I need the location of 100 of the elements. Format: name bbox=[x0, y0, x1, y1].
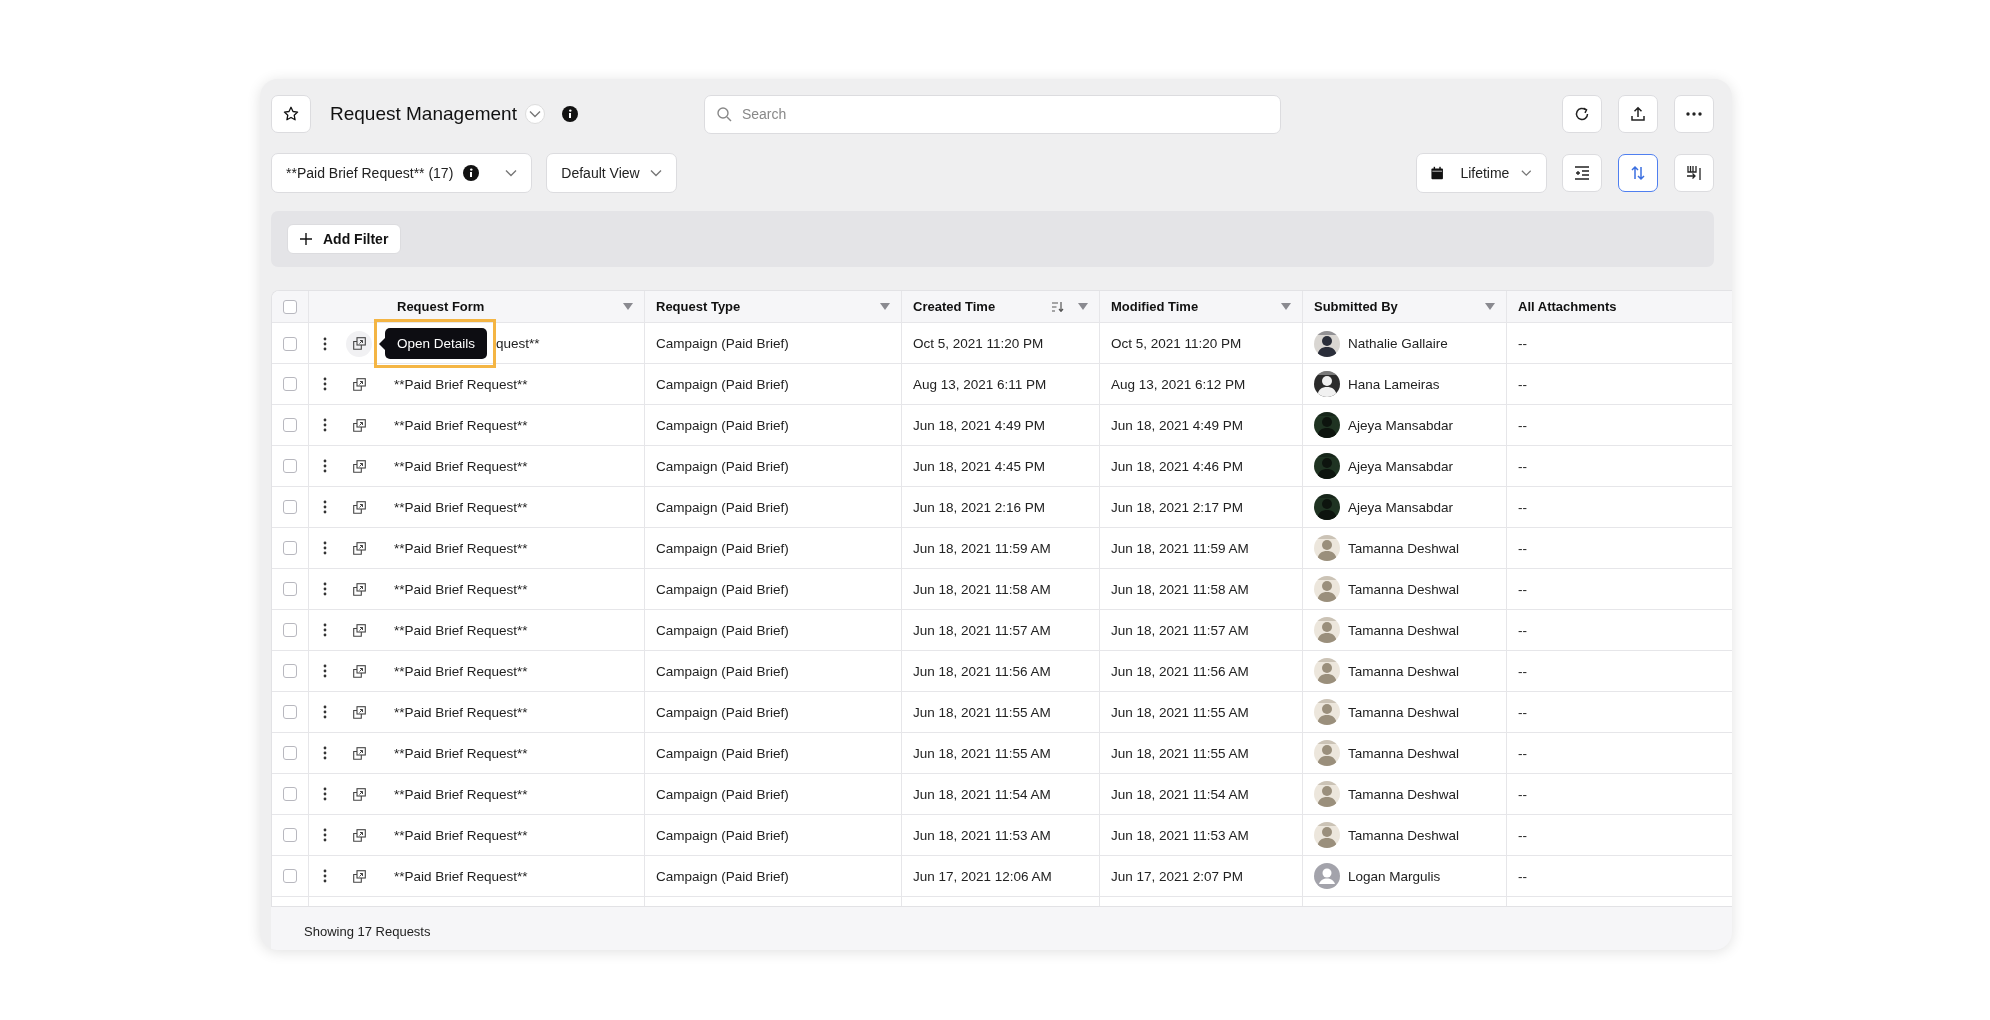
kebab-menu-icon[interactable] bbox=[323, 336, 327, 351]
kebab-menu-icon[interactable] bbox=[323, 541, 327, 555]
created-time-text: Aug 13, 2021 6:11 PM bbox=[913, 376, 1047, 392]
modified-time-text: Aug 13, 2021 6:12 PM bbox=[1111, 376, 1246, 392]
open-window-icon bbox=[352, 746, 366, 760]
open-window-icon bbox=[352, 337, 366, 350]
refresh-button[interactable] bbox=[1562, 95, 1602, 133]
attachments-text: -- bbox=[1518, 417, 1527, 433]
attachments-text: -- bbox=[1518, 458, 1527, 474]
attachments-text: -- bbox=[1518, 540, 1527, 556]
modified-time-text: Jun 18, 2021 11:59 AM bbox=[1111, 540, 1249, 556]
open-window-icon bbox=[352, 664, 366, 678]
sort-arrows-icon bbox=[1630, 165, 1646, 181]
export-button[interactable] bbox=[1618, 95, 1658, 133]
kebab-menu-icon[interactable] bbox=[323, 500, 327, 514]
created-time-text: Jun 18, 2021 11:56 AM bbox=[913, 663, 1051, 679]
upload-icon bbox=[1630, 106, 1646, 122]
request-form-text: **Paid Brief Request** bbox=[394, 663, 528, 679]
submitter-name: Tamanna Deshwal bbox=[1348, 622, 1460, 638]
title-dropdown-button[interactable] bbox=[524, 104, 545, 124]
row-checkbox[interactable] bbox=[283, 705, 297, 719]
created-time-text: Jun 18, 2021 11:55 AM bbox=[913, 704, 1051, 720]
column-header[interactable]: Request Type bbox=[645, 291, 902, 322]
modified-time-text: Oct 5, 2021 11:20 PM bbox=[1111, 336, 1242, 351]
created-time-text: Oct 5, 2021 11:20 PM bbox=[913, 336, 1044, 351]
more-icon bbox=[1686, 112, 1702, 116]
row-checkbox[interactable] bbox=[283, 869, 297, 883]
row-checkbox[interactable] bbox=[283, 459, 297, 473]
add-filter-button[interactable]: Add Filter bbox=[287, 224, 402, 254]
open-details-button[interactable] bbox=[346, 330, 372, 357]
kebab-menu-icon[interactable] bbox=[323, 582, 327, 596]
row-checkbox[interactable] bbox=[283, 500, 297, 514]
row-checkbox[interactable] bbox=[283, 623, 297, 637]
filter-caret-icon[interactable] bbox=[623, 303, 633, 310]
kebab-menu-icon[interactable] bbox=[323, 377, 327, 391]
kebab-menu-icon[interactable] bbox=[323, 746, 327, 760]
request-type-text: Campaign (Paid Brief) bbox=[656, 704, 789, 720]
chevron-down-icon bbox=[1521, 169, 1532, 177]
kebab-menu-icon[interactable] bbox=[323, 869, 327, 883]
row-checkbox[interactable] bbox=[283, 541, 297, 555]
attachments-text: -- bbox=[1518, 745, 1527, 761]
request-count-text: Showing 17 Requests bbox=[304, 924, 431, 939]
row-checkbox[interactable] bbox=[283, 746, 297, 760]
sort-icon[interactable] bbox=[1052, 301, 1064, 312]
select-all-checkbox[interactable] bbox=[283, 299, 297, 314]
attachments-text: -- bbox=[1518, 704, 1527, 720]
view-dropdown[interactable]: Default View bbox=[546, 153, 677, 193]
filter-caret-icon[interactable] bbox=[1485, 303, 1495, 310]
request-type-text: Campaign (Paid Brief) bbox=[656, 581, 789, 597]
modified-time-text: Jun 18, 2021 11:58 AM bbox=[1111, 581, 1249, 597]
submitter-name: Tamanna Deshwal bbox=[1348, 745, 1460, 761]
kebab-menu-icon[interactable] bbox=[323, 828, 327, 842]
row-checkbox[interactable] bbox=[283, 828, 297, 842]
column-header[interactable]: Modified Time bbox=[1100, 291, 1303, 322]
modified-time-text: Jun 18, 2021 11:53 AM bbox=[1111, 827, 1249, 843]
created-time-text: Jun 18, 2021 4:45 PM bbox=[913, 458, 1046, 474]
kebab-menu-icon[interactable] bbox=[323, 459, 327, 473]
column-header[interactable]: Request Form bbox=[309, 291, 645, 322]
open-window-icon bbox=[352, 623, 366, 637]
request-form-text: **Paid Brief Request** bbox=[394, 868, 528, 884]
filter-caret-icon[interactable] bbox=[1281, 303, 1291, 310]
kebab-menu-icon[interactable] bbox=[323, 664, 327, 678]
row-checkbox[interactable] bbox=[283, 582, 297, 596]
row-checkbox[interactable] bbox=[283, 336, 297, 351]
row-checkbox[interactable] bbox=[283, 787, 297, 801]
kebab-menu-icon[interactable] bbox=[323, 787, 327, 801]
column-header[interactable]: All Attachments bbox=[1507, 291, 1732, 322]
created-time-text: Jun 18, 2021 4:49 PM bbox=[913, 417, 1046, 433]
favorite-button[interactable] bbox=[271, 95, 311, 133]
sort-button[interactable] bbox=[1618, 154, 1658, 192]
request-form-text: **Paid Brief Request** bbox=[394, 458, 528, 474]
created-time-text: Jun 18, 2021 2:16 PM bbox=[913, 499, 1046, 515]
refresh-icon bbox=[1574, 106, 1590, 122]
modified-time-text: Jun 18, 2021 11:55 AM bbox=[1111, 745, 1249, 761]
kebab-menu-icon[interactable] bbox=[323, 418, 327, 432]
request-type-text: Campaign (Paid Brief) bbox=[656, 868, 789, 884]
kebab-menu-icon[interactable] bbox=[323, 623, 327, 637]
row-checkbox[interactable] bbox=[283, 377, 297, 391]
submitter-name: Ajeya Mansabdar bbox=[1348, 499, 1454, 515]
kebab-menu-icon[interactable] bbox=[323, 705, 327, 719]
request-form-text: **Paid Brief Request** bbox=[394, 540, 528, 556]
search-field[interactable]: Search bbox=[703, 94, 1281, 134]
created-time-text: Jun 18, 2021 11:55 AM bbox=[913, 745, 1051, 761]
more-button[interactable] bbox=[1674, 95, 1714, 133]
row-checkbox[interactable] bbox=[283, 664, 297, 678]
chevron-down-icon bbox=[649, 169, 662, 177]
created-time-text: Jun 18, 2021 11:57 AM bbox=[913, 622, 1051, 638]
column-header[interactable]: Created Time bbox=[902, 291, 1100, 322]
form-dropdown[interactable]: **Paid Brief Request** (17) bbox=[271, 153, 533, 193]
request-type-text: Campaign (Paid Brief) bbox=[656, 499, 789, 515]
plus-icon bbox=[300, 233, 312, 245]
column-header[interactable]: Submitted By bbox=[1303, 291, 1507, 322]
columns-button[interactable] bbox=[1674, 154, 1714, 192]
attachments-text: -- bbox=[1518, 336, 1527, 351]
row-checkbox[interactable] bbox=[283, 418, 297, 432]
open-window-icon bbox=[352, 541, 366, 555]
filter-caret-icon[interactable] bbox=[1078, 303, 1088, 310]
date-range-dropdown[interactable]: Lifetime bbox=[1416, 153, 1547, 193]
indent-button[interactable] bbox=[1562, 154, 1602, 192]
filter-caret-icon[interactable] bbox=[880, 303, 890, 310]
